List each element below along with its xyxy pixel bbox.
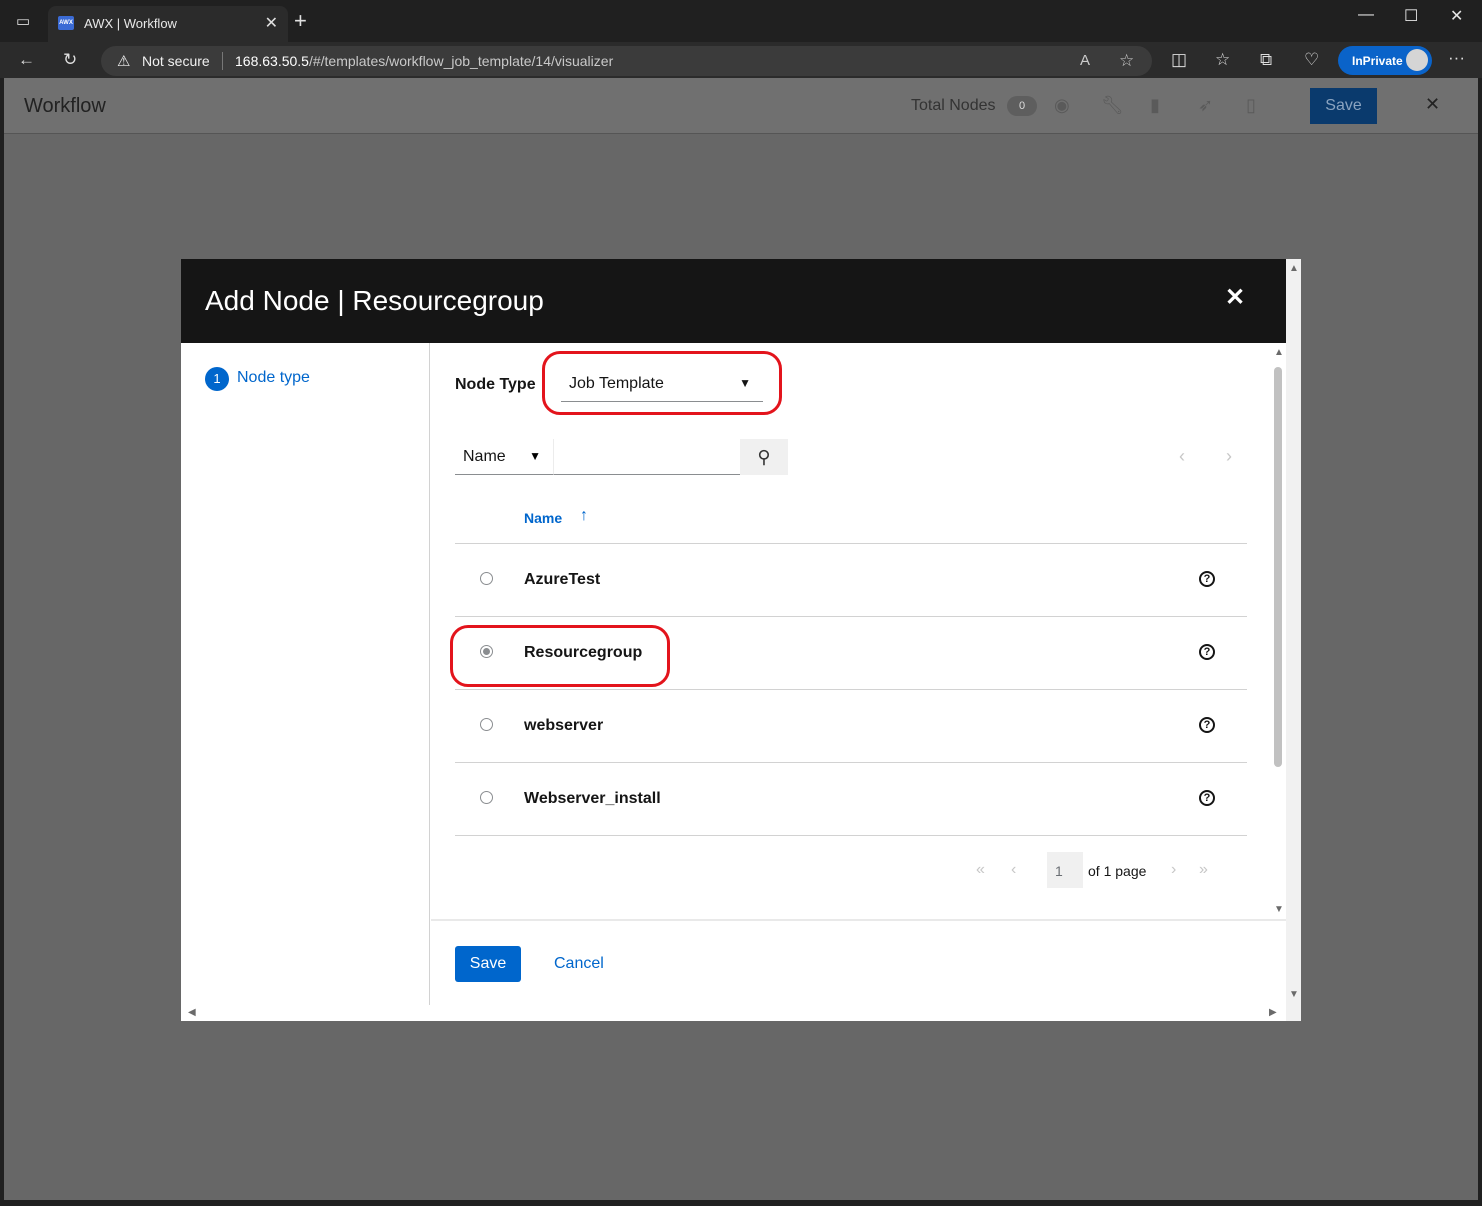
red-highlight-mark <box>450 625 670 687</box>
previous-page-icon[interactable]: ‹ <box>1179 446 1185 467</box>
help-icon[interactable]: ? <box>1199 644 1215 660</box>
horizontal-scrollbar[interactable]: ◀ ▶ <box>181 1005 1286 1021</box>
new-tab-icon[interactable]: + <box>294 8 307 34</box>
browser-tab[interactable]: AWX AWX | Workflow ✕ <box>48 6 288 42</box>
inprivate-button[interactable]: InPrivate <box>1338 46 1432 75</box>
step-number: 1 <box>205 367 229 391</box>
modal-title: Add Node | Resourcegroup <box>205 285 544 316</box>
book-icon[interactable]: ▮ <box>1150 95 1160 116</box>
address-bar[interactable]: ⚠ Not secure 168.63.50.5/#/templates/wor… <box>101 46 1152 76</box>
table-row[interactable]: AzureTest ? <box>455 543 1247 616</box>
warning-icon: ⚠ <box>117 53 131 70</box>
save-button[interactable]: Save <box>455 946 521 982</box>
compass-icon[interactable]: ◉ <box>1054 95 1070 116</box>
scroll-thumb[interactable] <box>1274 367 1282 767</box>
total-nodes-label: Total Nodes <box>911 97 996 114</box>
collections-icon[interactable]: ⧉ <box>1260 50 1272 70</box>
row-name: webserver <box>524 717 604 734</box>
previous-page-icon[interactable]: ‹ <box>1011 861 1016 879</box>
page-count-label: of 1 page <box>1088 863 1147 879</box>
window-close-icon[interactable]: ✕ <box>1450 6 1463 26</box>
scroll-down-icon[interactable]: ▼ <box>1274 904 1284 915</box>
refresh-icon[interactable]: ↻ <box>63 50 77 70</box>
tab-title: AWX | Workflow <box>84 16 177 31</box>
profile-avatar-icon <box>1406 49 1428 71</box>
maximize-icon[interactable]: ☐ <box>1404 6 1418 26</box>
address-divider <box>222 52 223 70</box>
scroll-right-icon[interactable]: ▶ <box>1269 1007 1277 1018</box>
red-highlight-mark <box>542 351 782 415</box>
scroll-down-icon[interactable]: ▼ <box>1289 989 1299 1000</box>
caret-down-icon: ▼ <box>529 449 541 463</box>
cancel-button[interactable]: Cancel <box>554 955 604 973</box>
next-page-icon[interactable]: › <box>1171 861 1176 879</box>
wizard-nav: 1 Node type <box>181 343 430 1005</box>
modal-scrollbar[interactable]: ▲ ▼ <box>1286 259 1301 1021</box>
more-menu-icon[interactable]: ··· <box>1448 48 1465 68</box>
scroll-up-icon[interactable]: ▲ <box>1289 263 1299 274</box>
modal-close-icon[interactable]: ✕ <box>1225 283 1245 312</box>
filter-field-value: Name <box>463 448 506 465</box>
column-header-name[interactable]: Name <box>524 510 562 526</box>
row-name: Webserver_install <box>524 790 661 807</box>
filter-field-select[interactable]: Name ▼ <box>455 439 553 475</box>
table-row[interactable]: Webserver_install ? <box>455 762 1247 835</box>
search-icon: ⚲ <box>757 447 771 467</box>
back-icon[interactable]: ← <box>18 50 35 70</box>
node-type-label: Node Type <box>455 376 536 393</box>
wizard-content: Node Type Job Template ▼ Name ▼ ⚲ ‹ › Na… <box>431 343 1286 919</box>
sort-ascending-icon[interactable]: ↑ <box>580 507 588 525</box>
split-screen-icon[interactable]: ◫ <box>1171 50 1187 70</box>
workflow-header: Workflow Total Nodes 0 ◉ 🔧︎ ▮ ➶ ▯ Save ✕ <box>4 78 1478 134</box>
favorite-star-icon[interactable]: ☆ <box>1119 51 1134 71</box>
page-title: Workflow <box>24 95 106 117</box>
first-page-icon[interactable]: « <box>976 861 985 879</box>
read-aloud-icon[interactable]: A <box>1080 52 1090 69</box>
help-icon[interactable]: ? <box>1199 571 1215 587</box>
browser-titlebar: ▭ AWX AWX | Workflow ✕ + — ☐ ✕ <box>0 0 1482 42</box>
total-nodes-badge: 0 <box>1007 96 1037 116</box>
row-radio[interactable] <box>480 718 493 731</box>
security-label: Not secure <box>142 53 210 69</box>
tab-close-icon[interactable]: ✕ <box>265 13 278 33</box>
rocket-icon[interactable]: ➶ <box>1198 95 1213 116</box>
modal-header: Add Node | Resourcegroup ✕ <box>181 259 1286 343</box>
row-radio[interactable] <box>480 572 493 585</box>
workflow-close-icon[interactable]: ✕ <box>1425 94 1440 115</box>
last-page-icon[interactable]: » <box>1199 861 1208 879</box>
footer-divider <box>431 919 1286 921</box>
next-page-icon[interactable]: › <box>1226 446 1232 467</box>
browser-toolbar: ← ↻ ⚠ Not secure 168.63.50.5/#/templates… <box>0 42 1482 78</box>
workflow-save-button[interactable]: Save <box>1310 88 1377 124</box>
awx-favicon-icon: AWX <box>58 16 74 30</box>
table-row[interactable]: webserver ? <box>455 689 1247 762</box>
inprivate-label: InPrivate <box>1352 54 1403 68</box>
table-divider <box>455 835 1247 836</box>
minimize-icon[interactable]: — <box>1358 6 1374 24</box>
tab-actions-icon[interactable]: ▭ <box>16 12 30 30</box>
search-input[interactable] <box>553 439 740 475</box>
help-icon[interactable]: ? <box>1199 790 1215 806</box>
row-radio[interactable] <box>480 791 493 804</box>
add-node-modal: Add Node | Resourcegroup ✕ ▲ ▼ 1 Node ty… <box>181 259 1301 1021</box>
wizard-step-node-type[interactable]: Node type <box>237 369 310 387</box>
wrench-icon[interactable]: 🔧︎ <box>1101 95 1124 116</box>
page-number-input[interactable]: 1 <box>1047 852 1083 888</box>
help-icon[interactable]: ? <box>1199 717 1215 733</box>
search-button[interactable]: ⚲ <box>740 439 788 475</box>
trash-icon[interactable]: ▯ <box>1246 95 1256 116</box>
scroll-up-icon[interactable]: ▲ <box>1274 347 1284 358</box>
favorites-icon[interactable]: ☆ <box>1215 50 1230 70</box>
row-name: AzureTest <box>524 571 601 588</box>
url-text: 168.63.50.5/#/templates/workflow_job_tem… <box>235 53 614 69</box>
performance-icon[interactable]: ♡ <box>1304 50 1319 70</box>
scroll-left-icon[interactable]: ◀ <box>188 1007 196 1018</box>
